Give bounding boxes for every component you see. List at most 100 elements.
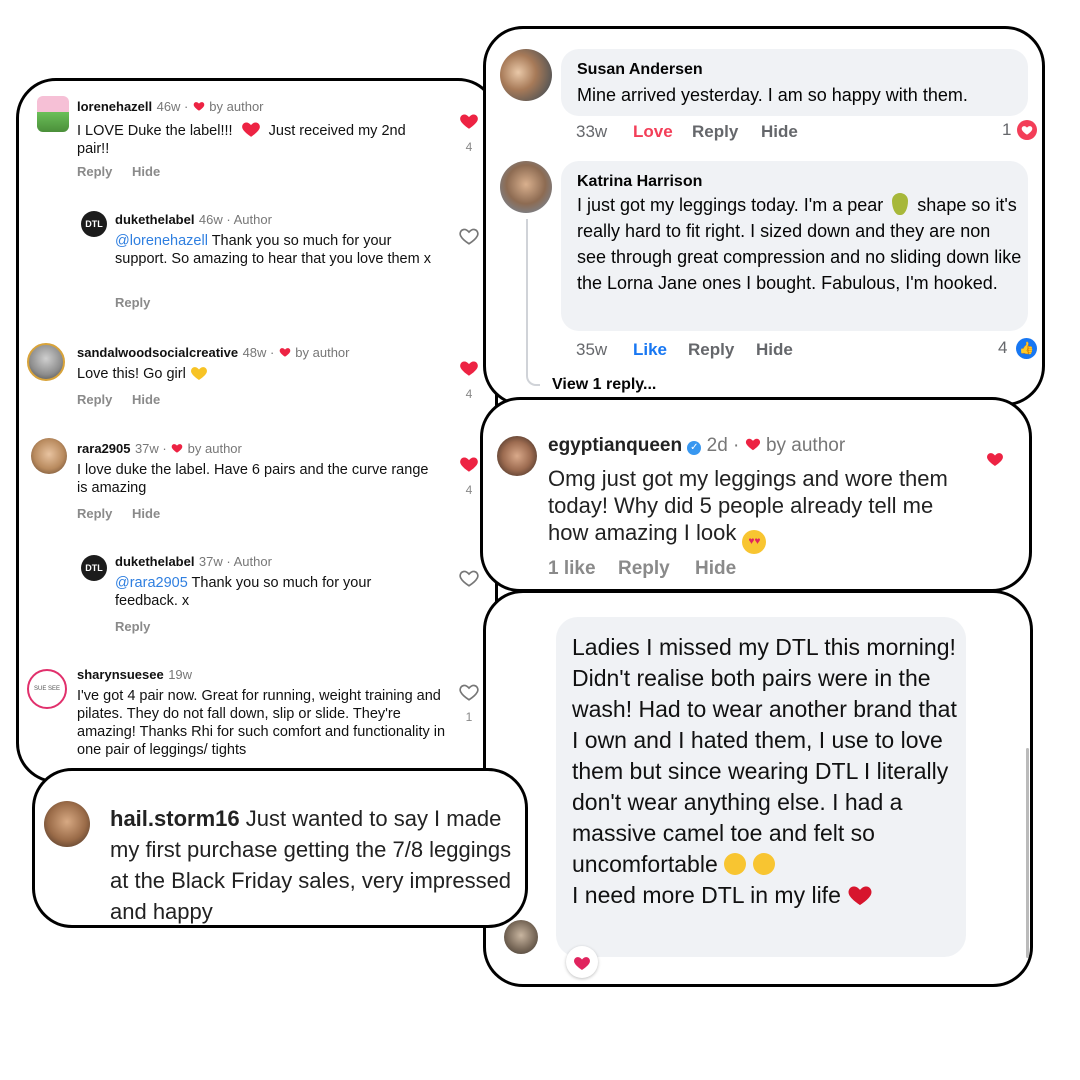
hide-button[interactable]: Hide <box>132 506 160 521</box>
commenter-name[interactable]: Katrina Harrison <box>577 173 702 191</box>
timestamp: 2d · <box>706 435 740 456</box>
tired-emoji <box>752 853 775 875</box>
comment-text: Love this! Go girl <box>77 366 186 382</box>
comment-text: I love duke the label. Have 6 pairs and … <box>77 462 429 496</box>
like-reaction-icon: 👍 <box>1016 338 1037 359</box>
pear-emoji <box>892 193 909 215</box>
comment-text: Mine arrived yesterday. I am so happy wi… <box>577 85 968 105</box>
like-reaction-button[interactable]: Like <box>633 340 667 360</box>
heart-outline-icon[interactable] <box>459 568 479 588</box>
avatar[interactable]: DTL <box>81 211 107 237</box>
teary-emoji <box>724 853 747 875</box>
comment-bubble: Katrina Harrison I just got my leggings … <box>561 161 1028 331</box>
timestamp: 37w · <box>134 441 167 456</box>
heart-icon <box>279 346 291 358</box>
timestamp: 46w · <box>156 99 189 114</box>
heart-icon <box>847 882 873 908</box>
heart-icon <box>241 119 261 139</box>
heart-icon <box>193 100 205 112</box>
username[interactable]: hail.storm16 <box>110 806 240 831</box>
avatar[interactable] <box>497 436 537 476</box>
username[interactable]: egyptianqueen <box>548 435 682 456</box>
message-text: Ladies I missed my DTL this morning! Did… <box>572 634 957 877</box>
avatar[interactable] <box>500 49 552 101</box>
reaction-count: 1 <box>1002 120 1012 139</box>
username[interactable]: dukethelabel <box>115 554 194 569</box>
username[interactable]: dukethelabel <box>115 212 194 227</box>
hailstorm-comment-card: hail.storm16 Just wanted to say I made m… <box>32 768 528 928</box>
heart-icon <box>171 442 183 454</box>
avatar[interactable] <box>37 96 69 132</box>
verified-badge-icon: ✓ <box>687 441 702 455</box>
liked-by-author-label: by author <box>295 345 350 360</box>
username[interactable]: sharynsuesee <box>77 667 164 682</box>
heart-icon[interactable] <box>986 450 1004 468</box>
like-count: 4 <box>465 483 473 497</box>
hide-button[interactable]: Hide <box>756 340 793 360</box>
heart-reaction-badge[interactable] <box>566 946 598 978</box>
heart-icon[interactable] <box>459 454 479 474</box>
reply-button[interactable]: Reply <box>77 392 112 407</box>
yellow-heart-emoji <box>190 364 208 382</box>
comment-text: I just got my leggings today. I'm a pear <box>577 195 884 215</box>
timestamp: 33w <box>576 122 608 141</box>
reply-button[interactable]: Reply <box>77 506 112 521</box>
comment-text: I LOVE Duke the label!!! <box>77 123 233 139</box>
like-count[interactable]: 1 like <box>548 558 596 580</box>
message-card: Ladies I missed my DTL this morning! Did… <box>483 590 1033 987</box>
avatar[interactable] <box>27 343 65 381</box>
comment-text: I've got 4 pair now. Great for running, … <box>77 688 446 758</box>
timestamp: 46w · Author <box>198 212 272 227</box>
like-count: 1 <box>465 710 473 724</box>
facebook-comments-card: Susan Andersen Mine arrived yesterday. I… <box>483 26 1045 406</box>
view-replies-link[interactable]: View 1 reply... <box>552 376 656 394</box>
scrollbar[interactable] <box>1026 748 1029 958</box>
commenter-name[interactable]: Susan Andersen <box>577 61 703 79</box>
username[interactable]: rara2905 <box>77 441 131 456</box>
hide-button[interactable]: Hide <box>761 122 798 142</box>
heart-icon[interactable] <box>459 358 479 378</box>
love-reaction-button[interactable]: Love <box>633 122 673 142</box>
reply-button[interactable]: Reply <box>618 558 670 580</box>
timestamp: 35w <box>576 340 608 359</box>
love-reaction-icon <box>1017 120 1037 140</box>
username[interactable]: lorenehazell <box>77 99 152 114</box>
liked-by-author-label: by author <box>209 99 264 114</box>
like-count: 4 <box>465 387 473 401</box>
liked-by-author-label: by author <box>187 441 242 456</box>
avatar[interactable] <box>504 920 538 954</box>
username[interactable]: sandalwoodsocialcreative <box>77 345 238 360</box>
like-count: 4 <box>465 140 473 154</box>
instagram-comments-card: lorenehazell 46w · by author I LOVE Duke… <box>16 78 498 783</box>
reply-button[interactable]: Reply <box>115 295 150 310</box>
liked-by-author-label: by author <box>765 435 846 456</box>
timestamp: 19w <box>168 667 193 682</box>
comment-bubble: Susan Andersen Mine arrived yesterday. I… <box>561 49 1028 116</box>
thread-line <box>526 219 540 386</box>
avatar[interactable] <box>500 161 552 213</box>
hide-button[interactable]: Hide <box>132 164 160 179</box>
heart-outline-icon[interactable] <box>459 226 479 246</box>
reply-button[interactable]: Reply <box>115 619 150 634</box>
avatar[interactable] <box>31 438 67 474</box>
mention-link[interactable]: @lorenehazell <box>115 233 208 249</box>
reply-button[interactable]: Reply <box>692 122 738 142</box>
avatar[interactable] <box>44 801 90 847</box>
heart-eyes-emoji: ♥♥ <box>742 530 767 554</box>
reply-button[interactable]: Reply <box>77 164 112 179</box>
hide-button[interactable]: Hide <box>695 558 736 580</box>
heart-outline-icon[interactable] <box>459 682 479 702</box>
message-text: I need more DTL in my life <box>572 882 841 908</box>
message-bubble: Ladies I missed my DTL this morning! Did… <box>556 617 966 957</box>
avatar[interactable]: SUE SEE <box>27 669 67 709</box>
avatar[interactable]: DTL <box>81 555 107 581</box>
reply-button[interactable]: Reply <box>688 340 734 360</box>
timestamp: 48w · <box>242 345 275 360</box>
heart-icon[interactable] <box>459 111 479 131</box>
hide-button[interactable]: Hide <box>132 392 160 407</box>
egyptianqueen-comment-card: egyptianqueen ✓ 2d · by author Omg just … <box>480 397 1032 592</box>
heart-icon <box>745 436 761 452</box>
mention-link[interactable]: @rara2905 <box>115 575 188 591</box>
reaction-count: 4 <box>998 338 1008 357</box>
timestamp: 37w · Author <box>198 554 272 569</box>
